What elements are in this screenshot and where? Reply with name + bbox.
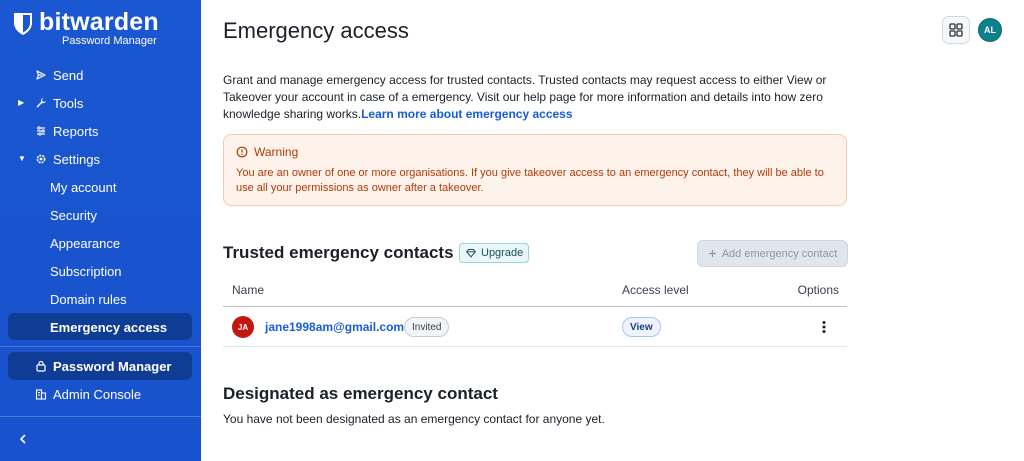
sidebar-item-my-account[interactable]: My account <box>0 173 201 201</box>
upgrade-label: Upgrade <box>481 247 524 259</box>
table-row: JA jane1998am@gmail.com Invited View <box>223 307 847 347</box>
sidebar-item-label: Settings <box>53 152 100 167</box>
warning-callout: Warning You are an owner of one or more … <box>223 134 847 206</box>
sidebar-item-emergency-access[interactable]: Emergency access <box>8 313 192 340</box>
wrench-icon <box>36 98 46 108</box>
column-header-options: Options <box>797 283 839 297</box>
sidebar-nav: Send ▶ Tools Reports ▼ Settings My accou… <box>0 61 201 340</box>
contact-avatar: JA <box>232 316 254 338</box>
product-switcher-button[interactable] <box>942 16 970 44</box>
header-actions: AL <box>942 16 1002 44</box>
sidebar-item-label: Subscription <box>50 264 122 279</box>
shield-logo-icon <box>14 13 32 35</box>
sidebar-item-label: My account <box>50 180 117 195</box>
sidebar-item-tools[interactable]: ▶ Tools <box>0 89 201 117</box>
table-header: Name Access level Options <box>223 279 847 307</box>
upgrade-badge[interactable]: Upgrade <box>459 243 529 263</box>
trusted-contacts-heading: Trusted emergency contacts <box>223 243 454 262</box>
grid-icon <box>949 23 963 37</box>
access-level-badge[interactable]: View <box>622 317 661 337</box>
product-switcher-password-manager[interactable]: Password Manager <box>8 352 192 380</box>
product-switcher-admin-console[interactable]: Admin Console <box>8 380 192 408</box>
gear-icon <box>36 154 46 164</box>
app-window: bitwarden Password Manager Send ▶ Tools <box>0 0 1024 461</box>
designated-contact-heading: Designated as emergency contact <box>223 384 498 403</box>
brand-product: Password Manager <box>62 35 157 47</box>
sidebar-item-appearance[interactable]: Appearance <box>0 229 201 257</box>
warning-body: You are an owner of one or more organisa… <box>236 167 824 194</box>
business-icon <box>35 389 47 400</box>
sidebar-item-send[interactable]: Send <box>0 61 201 89</box>
reports-icon <box>37 126 45 136</box>
sidebar: bitwarden Password Manager Send ▶ Tools <box>0 0 201 461</box>
user-avatar[interactable]: AL <box>978 18 1002 42</box>
contact-email-link[interactable]: jane1998am@gmail.com <box>265 320 404 334</box>
status-badge: Invited <box>404 317 450 337</box>
add-contact-label: Add emergency contact <box>721 247 838 260</box>
caret-right-icon: ▶ <box>18 98 25 107</box>
sidebar-item-label: Tools <box>53 96 84 111</box>
add-emergency-contact-button[interactable]: Add emergency contact <box>697 240 848 267</box>
more-options-icon[interactable] <box>816 319 832 335</box>
sidebar-item-label: Send <box>53 68 84 83</box>
lock-icon <box>36 360 46 372</box>
product-label: Admin Console <box>53 387 142 402</box>
brand-name: bitwarden <box>39 8 159 36</box>
sidebar-item-subscription[interactable]: Subscription <box>0 257 201 285</box>
sidebar-item-domain-rules[interactable]: Domain rules <box>0 285 201 313</box>
learn-more-link[interactable]: Learn more about emergency access <box>361 107 572 121</box>
plus-icon <box>708 250 716 257</box>
sidebar-item-label: Reports <box>53 124 99 139</box>
sidebar-item-reports[interactable]: Reports <box>0 117 201 145</box>
sidebar-item-settings[interactable]: ▼ Settings <box>0 145 201 173</box>
sidebar-item-label: Domain rules <box>50 292 127 307</box>
sidebar-item-label: Security <box>50 208 97 223</box>
sidebar-item-label: Emergency access <box>50 320 168 335</box>
column-header-access-level: Access level <box>622 283 689 297</box>
diamond-icon <box>466 249 476 258</box>
sidebar-divider <box>0 346 201 347</box>
sidebar-divider <box>0 416 201 417</box>
sidebar-item-security[interactable]: Security <box>0 201 201 229</box>
bitwarden-logo[interactable]: bitwarden Password Manager <box>13 8 193 50</box>
page-description: Grant and manage emergency access for tr… <box>223 72 833 123</box>
designated-empty-text: You have not been designated as an emerg… <box>223 412 605 426</box>
warning-icon <box>236 146 248 158</box>
product-label: Password Manager <box>53 359 172 374</box>
main-content: Emergency access AL Grant and manage eme… <box>201 0 1024 461</box>
trusted-contacts-table: Name Access level Options JA jane1998am@… <box>223 279 847 347</box>
send-icon <box>36 70 46 80</box>
caret-down-icon: ▼ <box>18 154 26 163</box>
collapse-sidebar-chevron-icon[interactable] <box>16 432 30 446</box>
page-title: Emergency access <box>223 18 409 43</box>
column-header-name: Name <box>232 283 265 297</box>
sidebar-item-label: Appearance <box>50 236 121 251</box>
warning-title: Warning <box>254 145 299 159</box>
